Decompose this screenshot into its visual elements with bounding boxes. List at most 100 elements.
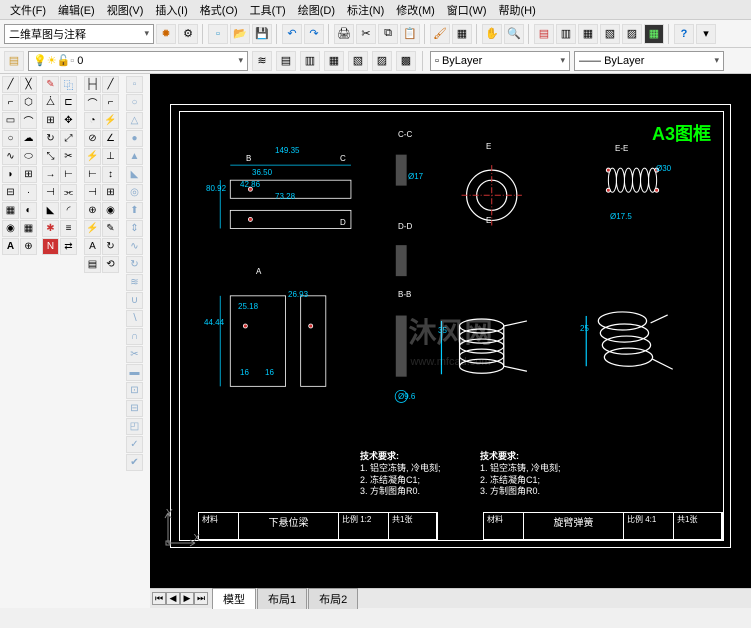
offset-icon[interactable]: ⊏: [60, 94, 77, 111]
circle-icon[interactable]: ○: [2, 130, 19, 147]
copy-icon[interactable]: ⧉: [378, 24, 398, 44]
trim-icon[interactable]: ✂: [60, 148, 77, 165]
extrude-icon[interactable]: ⬆: [126, 202, 143, 219]
menu-draw[interactable]: 绘图(D): [292, 0, 341, 20]
sphere-icon[interactable]: ●: [126, 130, 143, 147]
plot-icon[interactable]: 🖨: [334, 24, 354, 44]
torus-icon[interactable]: ◎: [126, 184, 143, 201]
reverse-icon[interactable]: ⇄: [60, 238, 77, 255]
menu-file[interactable]: 文件(F): [4, 0, 52, 20]
workspace-settings-icon[interactable]: ✹: [156, 24, 176, 44]
revision-cloud-icon[interactable]: ☁: [20, 130, 37, 147]
add-selected-icon[interactable]: ⊕: [20, 238, 37, 255]
dropdown-icon[interactable]: ▾: [696, 24, 716, 44]
sheet-set-icon[interactable]: ▧: [600, 24, 620, 44]
union-icon[interactable]: ∪: [126, 292, 143, 309]
layer-freeze-icon[interactable]: ▦: [324, 51, 344, 71]
layer-match-icon[interactable]: ▨: [372, 51, 392, 71]
zoom-icon[interactable]: 🔍: [504, 24, 524, 44]
menu-insert[interactable]: 插入(I): [149, 0, 193, 20]
align-icon[interactable]: ≡: [60, 220, 77, 237]
help-icon[interactable]: ?: [674, 24, 694, 44]
undo-icon[interactable]: ↶: [282, 24, 302, 44]
dim-arc-icon[interactable]: ⌒: [84, 94, 101, 111]
dim-text-edit-icon[interactable]: A: [84, 238, 101, 255]
layer-states-icon[interactable]: ▤: [276, 51, 296, 71]
imprint-icon[interactable]: ⊡: [126, 382, 143, 399]
paste-icon[interactable]: 📋: [400, 24, 420, 44]
menu-help[interactable]: 帮助(H): [493, 0, 542, 20]
array-icon[interactable]: ⊞: [42, 112, 59, 129]
menu-view[interactable]: 视图(V): [101, 0, 150, 20]
layer-off-icon[interactable]: ▧: [348, 51, 368, 71]
extend-icon[interactable]: →: [42, 166, 59, 183]
tab-prev-icon[interactable]: ◀: [166, 592, 180, 605]
menu-dimension[interactable]: 标注(N): [341, 0, 390, 20]
join-icon[interactable]: ⫘: [60, 184, 77, 201]
line-icon[interactable]: ╱: [2, 76, 19, 93]
dim-diameter-icon[interactable]: ⊘: [84, 130, 101, 147]
tab-next-icon[interactable]: ▶: [180, 592, 194, 605]
scale-icon[interactable]: ⤢: [60, 130, 77, 147]
dim-space-icon[interactable]: ↕: [102, 166, 119, 183]
dim-edit-icon[interactable]: ✎: [102, 220, 119, 237]
tool-palette-icon[interactable]: ▦: [578, 24, 598, 44]
intersect-icon[interactable]: ∩: [126, 328, 143, 345]
polygon-icon[interactable]: ⬡: [20, 94, 37, 111]
center-mark-icon[interactable]: ⊕: [84, 202, 101, 219]
revolve-icon[interactable]: ↻: [126, 256, 143, 273]
pyramid-icon[interactable]: ▲: [126, 148, 143, 165]
menu-format[interactable]: 格式(O): [194, 0, 244, 20]
layer-walk-icon[interactable]: ▩: [396, 51, 416, 71]
make-block-icon[interactable]: ⊟: [2, 184, 19, 201]
dim-linear-icon[interactable]: ├┤: [84, 76, 101, 93]
tolerance-icon[interactable]: ⊞: [102, 184, 119, 201]
arc-icon[interactable]: ⌒: [20, 112, 37, 129]
subtract-icon[interactable]: ∖: [126, 310, 143, 327]
presspull-icon[interactable]: ⇕: [126, 220, 143, 237]
separate-icon[interactable]: ⊟: [126, 400, 143, 417]
tab-first-icon[interactable]: ⏮: [152, 592, 166, 605]
tab-last-icon[interactable]: ⏭: [194, 592, 208, 605]
menu-modify[interactable]: 修改(M): [390, 0, 441, 20]
dim-angular-icon[interactable]: ∠: [102, 130, 119, 147]
chamfer-icon[interactable]: ◣: [42, 202, 59, 219]
inspect-icon[interactable]: ◉: [102, 202, 119, 219]
dim-aligned-icon[interactable]: ╱: [102, 76, 119, 93]
tab-model[interactable]: 模型: [212, 588, 256, 609]
calc-icon[interactable]: ▦: [644, 24, 664, 44]
menu-tools[interactable]: 工具(T): [244, 0, 292, 20]
new-icon[interactable]: ▫: [208, 24, 228, 44]
break-icon[interactable]: ⊣: [42, 184, 59, 201]
redo-icon[interactable]: ↷: [304, 24, 324, 44]
rectangle-icon[interactable]: ▭: [2, 112, 19, 129]
dim-reassoc-icon[interactable]: ⟲: [102, 256, 119, 273]
polyline-icon[interactable]: ⌐: [2, 94, 19, 111]
wedge-icon[interactable]: ◣: [126, 166, 143, 183]
color-combo[interactable]: ▫ ByLayer: [430, 51, 570, 71]
workspace-combo[interactable]: 二维草图与注释: [4, 24, 154, 44]
match-icon[interactable]: 🖌: [430, 24, 450, 44]
properties-icon[interactable]: ▤: [534, 24, 554, 44]
rotate-icon[interactable]: ↻: [42, 130, 59, 147]
erase-icon[interactable]: ✎: [42, 76, 59, 93]
dim-jogged-icon[interactable]: ⚡: [102, 112, 119, 129]
sweep-icon[interactable]: ∿: [126, 238, 143, 255]
explode-icon[interactable]: ✱: [42, 220, 59, 237]
dim-baseline-icon[interactable]: ⊥: [102, 148, 119, 165]
layer-combo[interactable]: 💡☀🔓▫ 0: [28, 51, 248, 71]
mirror-icon[interactable]: ⧊: [42, 94, 59, 111]
move-icon[interactable]: ✥: [60, 112, 77, 129]
stretch-icon[interactable]: ⤡: [42, 148, 59, 165]
open-icon[interactable]: 📂: [230, 24, 250, 44]
dim-ordinate-icon[interactable]: ⌐: [102, 94, 119, 111]
layer-prev-icon[interactable]: ≋: [252, 51, 272, 71]
box-icon[interactable]: ▫: [126, 76, 143, 93]
loft-icon[interactable]: ≋: [126, 274, 143, 291]
cylinder-icon[interactable]: ○: [126, 94, 143, 111]
hatch-icon[interactable]: ▦: [2, 202, 19, 219]
block-icon[interactable]: ▦: [452, 24, 472, 44]
cut-icon[interactable]: ✂: [356, 24, 376, 44]
gear-icon[interactable]: ⚙: [178, 24, 198, 44]
tab-layout2[interactable]: 布局2: [308, 588, 358, 609]
